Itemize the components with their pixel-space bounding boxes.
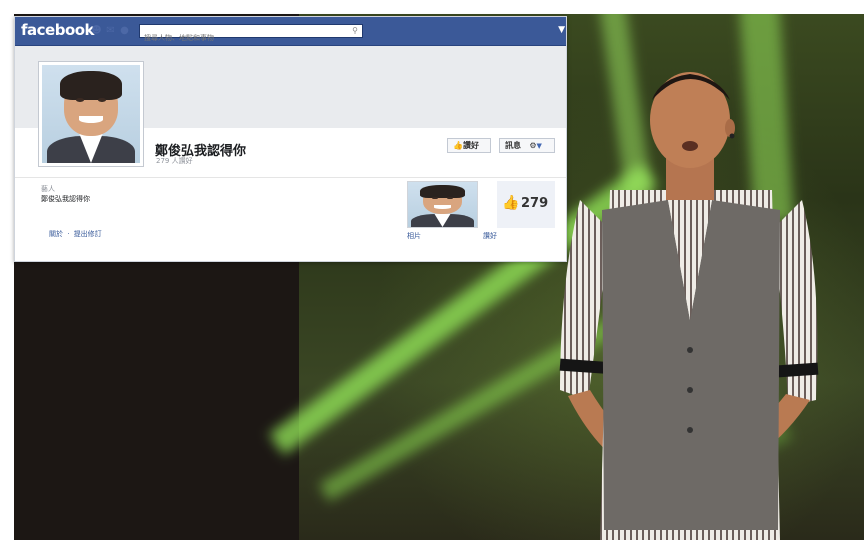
thumbs-up-icon: 👍 [453,141,463,150]
suggest-edits-link[interactable]: 提出修訂 [74,230,102,238]
friend-requests-icon[interactable]: ☻ [91,26,102,36]
message-button-label: 訊息 [505,141,521,150]
likes-link[interactable]: 讚好 [483,231,497,241]
likes-box[interactable]: 👍 279 [497,181,555,228]
gear-icon: ⚙ [529,141,537,150]
notifications-icon[interactable]: ● [119,26,130,36]
photos-link[interactable]: 相片 [407,231,421,241]
messages-icon[interactable]: ✉ [105,26,116,36]
page-description: 鄭俊弘我認得你 [41,195,90,203]
singer-figure [559,72,819,540]
message-button[interactable]: 訊息 ⚙▼ [499,138,555,153]
facebook-page-screenshot: facebook ☻ ✉ ● ⚲ ▼ 鄭俊弘我認得你 279 人讚好 👍讚好 訊… [14,16,567,262]
profile-picture[interactable] [38,61,144,167]
chevron-down-icon: ▼ [536,142,542,150]
page-like-count-text: 279 人讚好 [156,157,193,165]
profile-photo [42,65,140,163]
likes-count: 279 [521,196,549,211]
like-button-label: 讚好 [462,141,479,150]
about-links: 關於 · 提出修訂 [49,230,102,238]
search-box[interactable]: ⚲ [139,24,363,44]
facebook-top-bar: facebook ☻ ✉ ● ⚲ ▼ [15,17,566,46]
photo-thumbnail-image [408,182,477,227]
photos-thumbnail[interactable] [407,181,478,228]
settings-icon[interactable]: ▼ [558,25,565,35]
search-input[interactable] [140,32,344,44]
page-info-section [15,177,566,261]
facebook-logo[interactable]: facebook [21,21,95,39]
about-link[interactable]: 關於 [49,230,63,238]
search-icon[interactable]: ⚲ [352,26,358,35]
page-category: 藝人 [41,185,55,193]
thumbs-up-icon: 👍 [502,195,520,211]
like-button[interactable]: 👍讚好 [447,138,491,153]
